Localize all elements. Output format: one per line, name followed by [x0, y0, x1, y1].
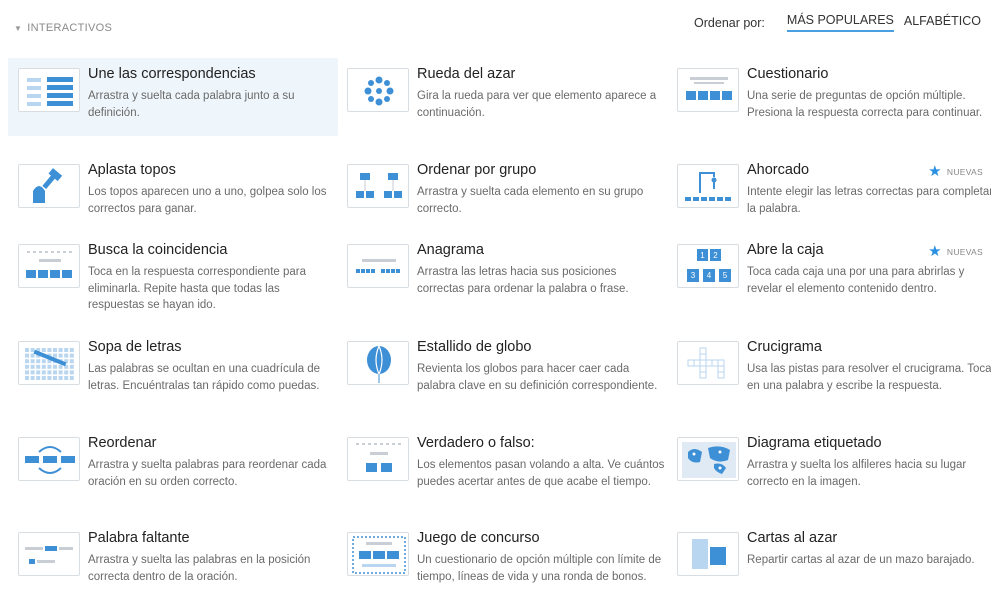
- match-up-icon: [18, 68, 80, 112]
- template-title: Ordenar por grupo: [417, 162, 537, 178]
- toolbar: ▼ INTERACTIVOS Ordenar por: MÁS POPULARE…: [0, 0, 991, 50]
- template-card[interactable]: Une las correspondencias Arrastra y suelt…: [8, 58, 338, 136]
- template-card[interactable]: Estallido de globo Revienta los globos pa…: [337, 331, 667, 409]
- template-title: Verdadero o falso:: [417, 435, 535, 451]
- star-icon: ★: [928, 243, 942, 260]
- template-title: Cuestionario: [747, 66, 829, 82]
- template-description: Gira la rueda para ver que elemento apar…: [417, 90, 657, 119]
- template-description: Las palabras se ocultan en una cuadrícul…: [88, 363, 321, 392]
- template-description: Arrastra y suelta las palabras en la pos…: [88, 554, 311, 583]
- template-title: Diagrama etiquetado: [747, 435, 882, 451]
- new-badge: ★ NUEVAS: [928, 164, 983, 179]
- template-title: Crucigrama: [747, 339, 822, 355]
- find-match-icon: [18, 244, 80, 288]
- box-number: 3: [691, 271, 696, 280]
- template-card[interactable]: Anagrama Arrastra las letras hacia sus po…: [337, 234, 667, 312]
- template-card[interactable]: Palabra faltante Arrastra y suelta las pa…: [8, 522, 338, 600]
- template-card[interactable]: Crucigrama Usa las pistas para resolver e…: [667, 331, 991, 409]
- box-number: 4: [707, 271, 712, 280]
- template-card[interactable]: Rueda del azar Gira la rueda para ver que…: [337, 58, 667, 136]
- open-box-icon: 12 3 4 5: [677, 244, 739, 288]
- template-title: Abre la caja: [747, 242, 824, 258]
- template-card[interactable]: Aplasta topos Los topos aparecen uno a un…: [8, 154, 338, 232]
- template-description: Intente elegir las letras correctas para…: [747, 186, 991, 215]
- template-title: Palabra faltante: [88, 530, 190, 546]
- random-cards-icon: [677, 532, 739, 576]
- template-description: Revienta los globos para hacer caer cada…: [417, 363, 658, 392]
- template-title: Ahorcado: [747, 162, 810, 178]
- true-false-icon: [347, 437, 409, 481]
- template-title: Busca la coincidencia: [88, 242, 228, 258]
- box-number: 5: [723, 271, 728, 280]
- template-card[interactable]: Diagrama etiquetado Arrastra y suelta los…: [667, 427, 991, 505]
- star-icon: ★: [928, 163, 942, 180]
- labelled-diagram-icon: [677, 437, 739, 481]
- balloon-icon: [347, 341, 409, 385]
- template-title: Aplasta topos: [88, 162, 176, 178]
- quiz-icon: [677, 68, 739, 112]
- template-grid: Une las correspondencias Arrastra y suelt…: [0, 50, 991, 602]
- template-description: Arrastra las letras hacia sus posiciones…: [417, 266, 629, 295]
- template-description: Toca cada caja una por una para abrirlas…: [747, 266, 965, 295]
- unjumble-icon: [18, 437, 80, 481]
- template-title: Reordenar: [88, 435, 157, 451]
- template-description: Una serie de preguntas de opción múltipl…: [747, 90, 983, 119]
- template-card[interactable]: 1 2 3 4 5 Abre la caja Toca cada caja una por …: [667, 234, 991, 312]
- template-card[interactable]: Reordenar Arrastra y suelta palabras para…: [8, 427, 338, 505]
- group-sort-icon: [347, 164, 409, 208]
- section-label: INTERACTIVOS: [27, 22, 113, 34]
- template-card[interactable]: Verdadero o falso: Los elementos pasan vo…: [337, 427, 667, 505]
- template-card[interactable]: Cartas al azar Repartir cartas al azar de…: [667, 522, 991, 600]
- template-title: Estallido de globo: [417, 339, 532, 355]
- caret-down-icon: ▼: [14, 23, 23, 33]
- anagram-icon: [347, 244, 409, 288]
- template-title: Une las correspondencias: [88, 66, 256, 82]
- template-title: Rueda del azar: [417, 66, 516, 82]
- template-card[interactable]: Ahorcado Intente elegir las letras correc…: [667, 154, 991, 232]
- sort-most-popular[interactable]: MÁS POPULARES: [786, 13, 894, 32]
- template-description: Arrastra y suelta cada palabra junto a s…: [88, 90, 295, 119]
- missing-word-icon: [18, 532, 80, 576]
- template-description: Los elementos pasan volando a alta. Ve c…: [417, 459, 665, 488]
- template-card[interactable]: Sopa de letras Las palabras se ocultan en…: [8, 331, 338, 409]
- template-description: Repartir cartas al azar de un mazo baraj…: [747, 554, 975, 566]
- template-card[interactable]: Juego de concurso Un cuestionario de opci…: [337, 522, 667, 600]
- template-title: Juego de concurso: [417, 530, 540, 546]
- wordsearch-icon: [18, 341, 80, 385]
- box-number: 2: [713, 251, 718, 260]
- gameshow-quiz-icon: [347, 532, 409, 576]
- template-title: Sopa de letras: [88, 339, 182, 355]
- template-description: Arrastra y suelta palabras para reordena…: [88, 459, 327, 488]
- hangman-icon: [677, 164, 739, 208]
- template-title: Anagrama: [417, 242, 484, 258]
- template-title: Cartas al azar: [747, 530, 838, 546]
- template-description: Toca en la respuesta correspondiente par…: [88, 266, 307, 311]
- template-description: Los topos aparecen uno a uno, golpea sol…: [88, 186, 327, 215]
- sort-label: Ordenar por:: [694, 15, 765, 30]
- crossword-icon: [677, 341, 739, 385]
- badge-label: NUEVAS: [946, 246, 983, 257]
- template-card[interactable]: Ordenar por grupo Arrastra y suelta cada …: [337, 154, 667, 232]
- section-toggle[interactable]: ▼ INTERACTIVOS: [14, 22, 112, 34]
- template-description: Arrastra y suelta cada elemento en su gr…: [417, 186, 644, 215]
- new-badge: ★ NUEVAS: [928, 244, 983, 259]
- template-card[interactable]: Busca la coincidencia Toca en la respuest…: [8, 234, 338, 312]
- template-description: Usa las pistas para resolver el crucigra…: [747, 363, 991, 392]
- wheel-icon: [347, 68, 409, 112]
- template-description: Arrastra y suelta los alfileres hacia su…: [747, 459, 967, 488]
- template-description: Un cuestionario de opción múltiple con l…: [417, 554, 662, 583]
- sort-bar: Ordenar por: MÁS POPULARES ALFABÉTICO: [694, 13, 981, 32]
- template-card[interactable]: Cuestionario Una serie de preguntas de op…: [667, 58, 991, 136]
- whack-mole-icon: [18, 164, 80, 208]
- badge-label: NUEVAS: [946, 166, 983, 177]
- sort-alphabetical[interactable]: ALFABÉTICO: [904, 14, 981, 31]
- box-number: 1: [700, 251, 705, 260]
